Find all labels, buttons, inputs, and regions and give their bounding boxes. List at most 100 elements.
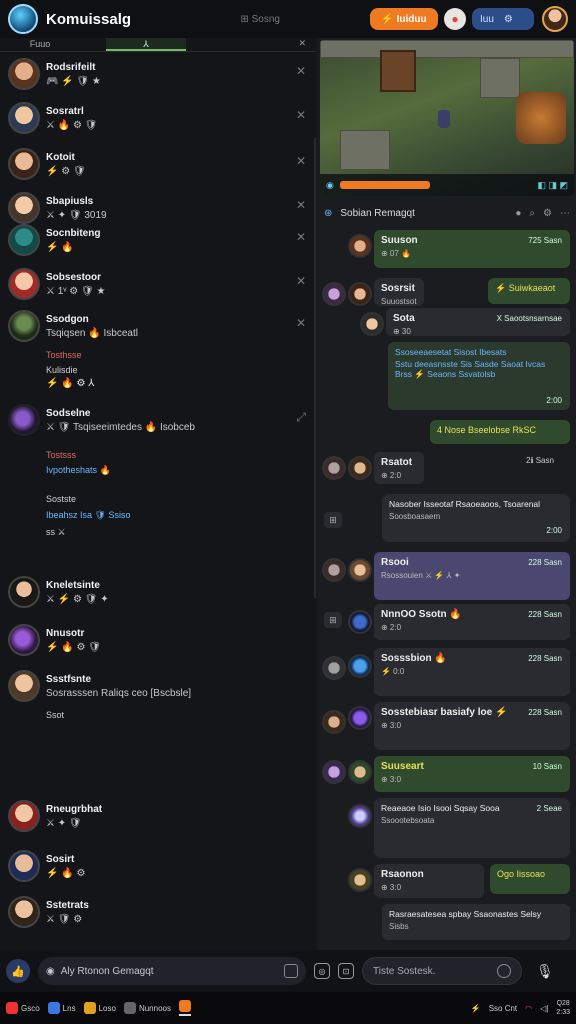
thread-icon[interactable]: ⊞	[324, 612, 342, 628]
avatar	[348, 760, 372, 784]
message-time: 725 Sasn	[528, 236, 562, 245]
message-bubble[interactable]: Rsooi Rsossouien ⚔ ⚡ ⅄ ✦ 228 Sasn	[374, 552, 570, 600]
like-icon[interactable]: 👍	[6, 959, 30, 983]
remove-icon[interactable]: ✕	[296, 316, 306, 330]
message-bubble[interactable]: Sota ⊕ 30 X Saootsnsarnsae	[386, 308, 570, 336]
message-text: ⊕ 2:0	[381, 623, 402, 632]
secondary-input-placeholder: Tiste Sostesk.	[373, 965, 436, 977]
wifi-icon[interactable]: ◠	[525, 1004, 532, 1013]
taskbar-item-active[interactable]	[178, 1000, 191, 1016]
message-bubble[interactable]: Rsatot ⊕ 2:0	[374, 452, 424, 484]
camera-icon[interactable]: ◎	[314, 963, 330, 979]
message-author: Ssoseeaesetat Sisost Ibesats	[395, 347, 507, 357]
primary-action-button[interactable]: ⚡ Iuiduu	[370, 8, 438, 30]
list-item-icons: ⚔ ✦ 🛡 3019	[46, 210, 107, 221]
scrollbar[interactable]	[314, 138, 316, 598]
composer-bar: 👍 ◉ Aly Rtonon Gemagqt ◎ ⊡ Tiste Sostesk…	[0, 950, 576, 992]
section-sub: Ssot	[46, 710, 65, 720]
thread-icon[interactable]: ⊞	[324, 512, 342, 528]
taskbar-item[interactable]: Lns	[47, 1002, 76, 1014]
list-item-name: Nnusotr	[46, 628, 85, 639]
list-item-name: Sobsestoor	[46, 272, 102, 283]
message-bubble[interactable]: ⚡ Suiwkaeaot	[488, 278, 570, 304]
tray-label: Sso Cnt	[488, 1003, 518, 1013]
volume-icon[interactable]: ◁|	[540, 1004, 548, 1013]
remove-icon[interactable]: ✕	[296, 154, 306, 168]
message-time: Ogo Iissoao	[497, 869, 546, 879]
game-hud: ◉ ◧ ◨ ◩	[320, 174, 574, 196]
remove-icon[interactable]: ✕	[296, 274, 306, 288]
taskbar-item[interactable]: Loso	[83, 1002, 116, 1014]
section-label: Tosthsse	[46, 350, 82, 360]
notification-icon[interactable]: ●	[444, 8, 466, 30]
status-pill[interactable]: Iuu ⚙	[472, 8, 534, 30]
list-item-name: Ssodgon	[46, 314, 89, 325]
clock[interactable]: Q28 2:33	[556, 999, 570, 1017]
taskbar-item[interactable]: Nunnoos	[123, 1002, 171, 1014]
message-bubble[interactable]: Nasober Isseotaf Rsaoeaoos, Tsoarenal So…	[382, 494, 570, 542]
remove-icon[interactable]: ✕	[296, 64, 306, 78]
message-bubble[interactable]: Sosssbion 🔥 ⚡ 0:0 228 Sasn	[374, 648, 570, 696]
remove-icon[interactable]: ✕	[296, 108, 306, 122]
game-hero	[438, 110, 450, 128]
taskbar-label: Loso	[98, 1003, 116, 1013]
message-time: X Saootsnsarnsae	[496, 314, 562, 323]
message-bubble[interactable]: Suuson ⊕ 07 🔥 725 Sasn	[374, 230, 570, 268]
tab-all[interactable]: Fuuo	[0, 38, 80, 51]
app-title: Komuissalg	[46, 10, 132, 28]
message-time: 2:00	[546, 396, 562, 405]
message-time: 228 Sasn	[528, 654, 562, 663]
network-icon[interactable]: ⚡	[471, 1004, 481, 1013]
message-bubble[interactable]: 4 Nose Bseelobse RkSC	[430, 420, 570, 444]
message-bubble[interactable]: Ssoseeaesetat Sisost Ibesats Sstu deeasn…	[388, 342, 570, 410]
avatar	[8, 268, 40, 300]
close-icon[interactable]: ✕	[298, 38, 306, 51]
user-avatar[interactable]	[542, 6, 568, 32]
more-icon[interactable]: ⋯	[560, 208, 570, 219]
channel-icon: ⊛	[324, 207, 333, 219]
minimap-icon[interactable]: ◧ ◨ ◩	[537, 180, 568, 191]
message-text: Suuostsot	[381, 297, 417, 306]
message-bubble[interactable]: Sosstebiasr basiafy loe ⚡ ⊕ 3:0 228 Sasn	[374, 702, 570, 750]
emoji-icon[interactable]: ◉	[46, 966, 55, 977]
search-icon[interactable]: ⌕	[529, 208, 535, 219]
message-author: Rasraesatesea spbay Ssaonastes Selsy	[389, 909, 542, 919]
avatar	[8, 148, 40, 180]
message-bubble[interactable]: Ogo Iissoao	[490, 864, 570, 894]
record-icon[interactable]: ●	[515, 208, 521, 219]
message-bubble[interactable]: Rasraesatesea spbay Ssaonastes Selsy Sis…	[382, 904, 570, 940]
message-bubble[interactable]: Sosrsit Suuostsot	[374, 278, 424, 306]
game-stream-preview[interactable]: ◉ ◧ ◨ ◩	[320, 40, 574, 196]
game-wall	[320, 40, 574, 58]
attach-icon[interactable]	[284, 964, 298, 978]
message-input[interactable]: ◉ Aly Rtonon Gemagqt	[38, 957, 306, 985]
global-search[interactable]: ⊞ Sosng	[240, 14, 280, 25]
message-text: Rsossouien ⚔ ⚡ ⅄ ✦	[381, 571, 461, 580]
message-text: Sstu deeasnsste Sis Sasde Saoat Ivcas Br…	[395, 359, 546, 379]
secondary-input[interactable]: Tiste Sostesk.	[362, 957, 522, 985]
avatar	[348, 868, 372, 892]
avatar	[348, 234, 372, 258]
list-item-name: Kneletsinte	[46, 580, 100, 591]
taskbar-item[interactable]: Gsco	[6, 1002, 40, 1014]
send-icon[interactable]	[497, 964, 511, 978]
tab-online[interactable]: ⅄	[106, 38, 186, 51]
settings-icon[interactable]: ⚙	[543, 208, 552, 219]
settings-icon[interactable]: ⚙	[504, 14, 513, 25]
remove-icon[interactable]: ✕	[296, 198, 306, 212]
message-text: 4 Nose Bseelobse RkSC	[437, 425, 537, 435]
avatar	[8, 850, 40, 882]
avatar	[8, 102, 40, 134]
microphone-icon[interactable]: 🎙	[536, 963, 554, 980]
avatar	[348, 558, 372, 582]
message-bubble[interactable]: NnnOO Ssotn 🔥 ⊕ 2:0 228 Sasn	[374, 604, 570, 640]
message-bubble[interactable]: Suuseart ⊕ 3:0 10 Sasn	[374, 756, 570, 792]
pin-icon[interactable]: ⤢	[296, 410, 306, 425]
message-bubble[interactable]: Rsaonon ⊕ 3:0	[374, 864, 484, 898]
gif-icon[interactable]: ⊡	[338, 963, 354, 979]
message-bubble[interactable]: Reaeaoe Isio Isooi Sqsay Sooa Ssoootebso…	[374, 798, 570, 858]
list-item-icons: ⚡ 🔥 ⚙	[46, 868, 86, 879]
section-label: Tostsss	[46, 450, 77, 460]
remove-icon[interactable]: ✕	[296, 230, 306, 244]
taskbar-label: Nunnoos	[138, 1003, 171, 1013]
